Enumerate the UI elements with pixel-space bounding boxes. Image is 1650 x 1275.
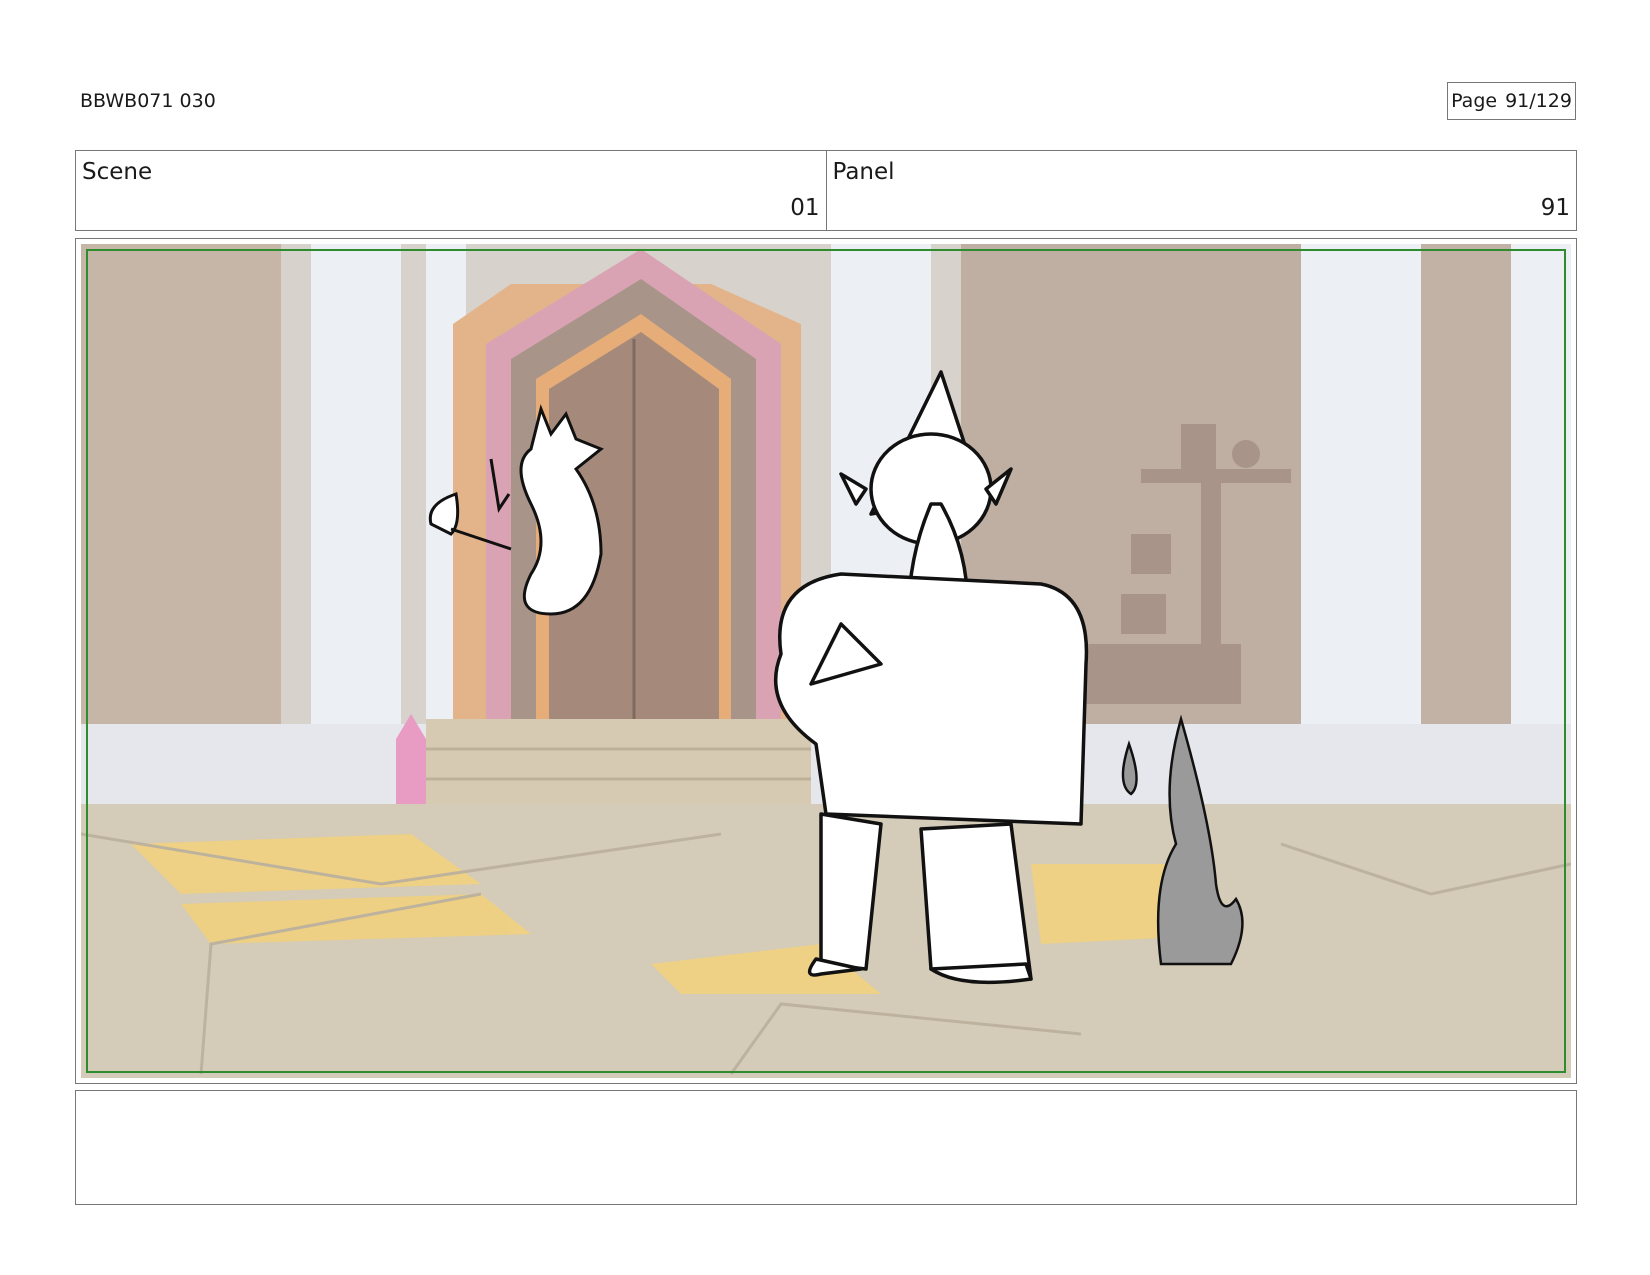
storyboard-artwork bbox=[81, 244, 1571, 1078]
notes-box bbox=[75, 1090, 1577, 1205]
panel-cell: Panel 91 bbox=[825, 151, 1577, 230]
storyboard-frame bbox=[75, 238, 1577, 1084]
storyboard-illustration bbox=[81, 244, 1571, 1078]
scene-cell: Scene 01 bbox=[76, 151, 826, 230]
scene-number: 01 bbox=[790, 195, 820, 221]
panel-number: 91 bbox=[1540, 195, 1570, 221]
page-value: 91/129 bbox=[1505, 90, 1572, 112]
scene-label: Scene bbox=[82, 159, 153, 185]
page-counter: Page 91/129 bbox=[1447, 82, 1576, 120]
doorway bbox=[453, 249, 801, 724]
page-label: Page bbox=[1451, 90, 1498, 112]
door-steps bbox=[426, 719, 811, 809]
panel-label: Panel bbox=[832, 159, 895, 185]
scene-panel-row: Scene 01 Panel 91 bbox=[75, 150, 1577, 231]
document-id: BBWB071 030 bbox=[80, 90, 216, 112]
